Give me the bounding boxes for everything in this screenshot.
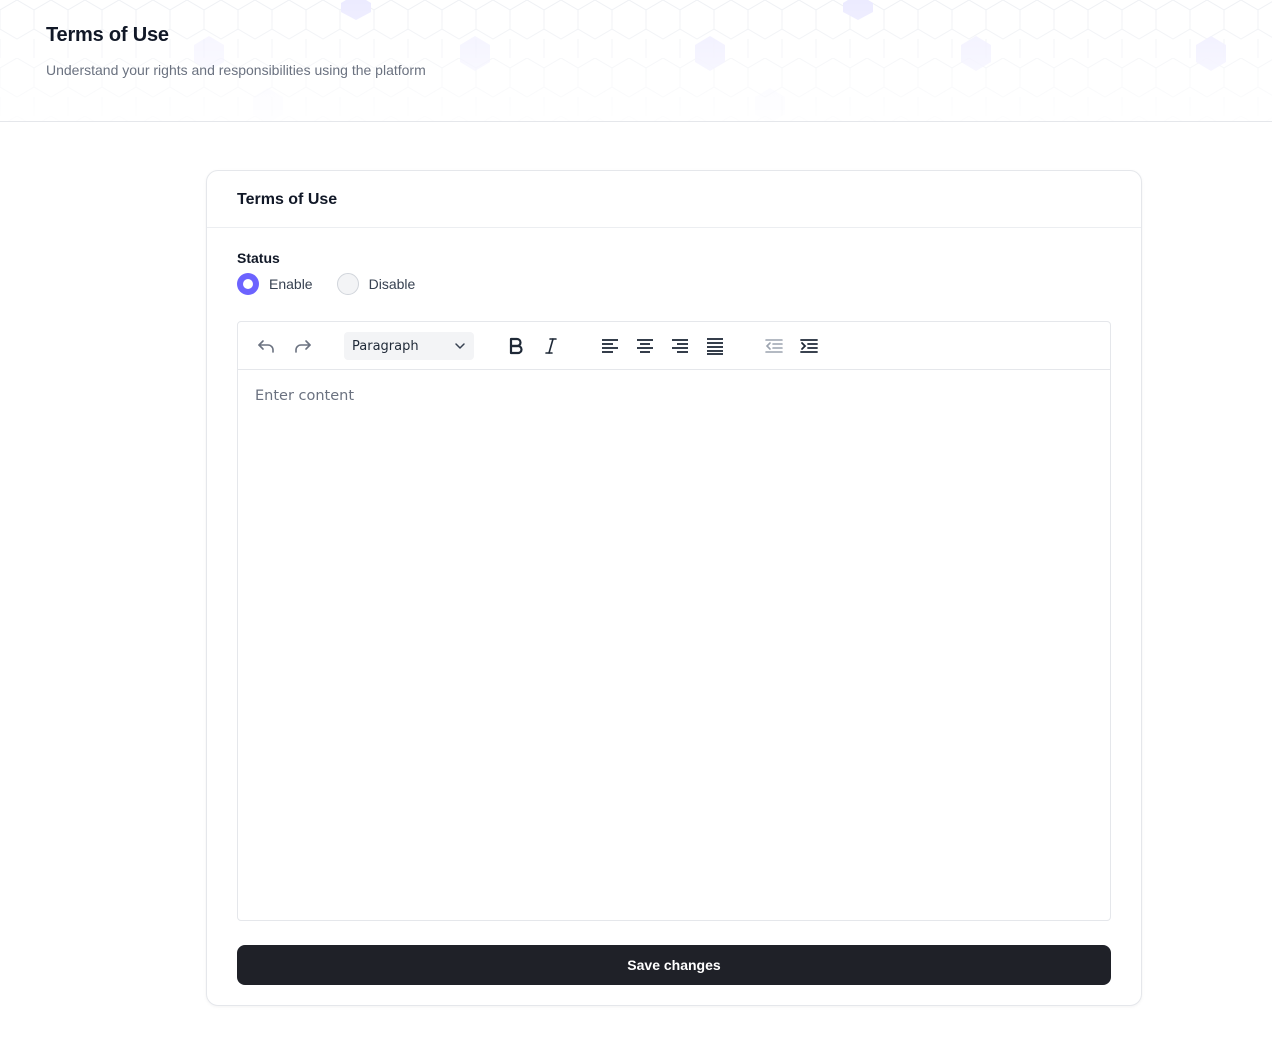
page-title: Terms of Use	[46, 24, 169, 46]
align-left-icon	[602, 339, 618, 353]
card-title: Terms of Use	[237, 191, 338, 208]
status-label: Status	[237, 250, 280, 266]
italic-icon	[545, 338, 557, 354]
card-header: Terms of Use	[207, 171, 1141, 228]
bold-icon	[509, 337, 523, 355]
align-justify-button[interactable]	[703, 334, 727, 358]
align-left-button[interactable]	[598, 334, 622, 358]
block-format-value: Paragraph	[352, 339, 419, 354]
redo-button[interactable]	[291, 334, 315, 358]
indent-icon	[800, 339, 818, 353]
outdent-button[interactable]	[762, 334, 786, 358]
outdent-icon	[765, 339, 783, 353]
editor-toolbar: Paragraph	[238, 322, 1110, 370]
rich-text-editor: Paragraph Enter content	[237, 321, 1111, 921]
terms-card: Terms of Use Status Enable Disable Parag…	[206, 170, 1142, 1006]
align-justify-icon	[707, 338, 723, 355]
editor-content-area[interactable]: Enter content	[238, 371, 1110, 920]
status-radio-group: Enable Disable	[237, 273, 439, 295]
undo-button[interactable]	[254, 334, 278, 358]
enable-label: Enable	[269, 276, 313, 292]
page-header: Terms of Use Understand your rights and …	[0, 0, 1272, 122]
italic-button[interactable]	[539, 334, 563, 358]
align-right-button[interactable]	[668, 334, 692, 358]
page-subtitle: Understand your rights and responsibilit…	[46, 62, 426, 78]
block-format-select[interactable]: Paragraph	[344, 332, 474, 360]
enable-radio[interactable]	[237, 273, 259, 295]
editor-placeholder: Enter content	[255, 388, 355, 404]
indent-button[interactable]	[797, 334, 821, 358]
hexagon-pattern-background	[0, 0, 1272, 121]
status-enable-option[interactable]: Enable	[237, 273, 313, 295]
chevron-down-icon	[455, 343, 465, 349]
align-center-icon	[637, 339, 653, 353]
disable-label: Disable	[368, 276, 416, 292]
save-changes-button[interactable]: Save changes	[237, 945, 1111, 985]
align-center-button[interactable]	[633, 334, 657, 358]
bold-button[interactable]	[504, 334, 528, 358]
status-disable-option[interactable]: Disable	[336, 273, 416, 295]
undo-icon	[258, 340, 274, 353]
disable-radio[interactable]	[336, 273, 359, 295]
align-right-icon	[672, 339, 688, 353]
redo-icon	[295, 340, 311, 353]
